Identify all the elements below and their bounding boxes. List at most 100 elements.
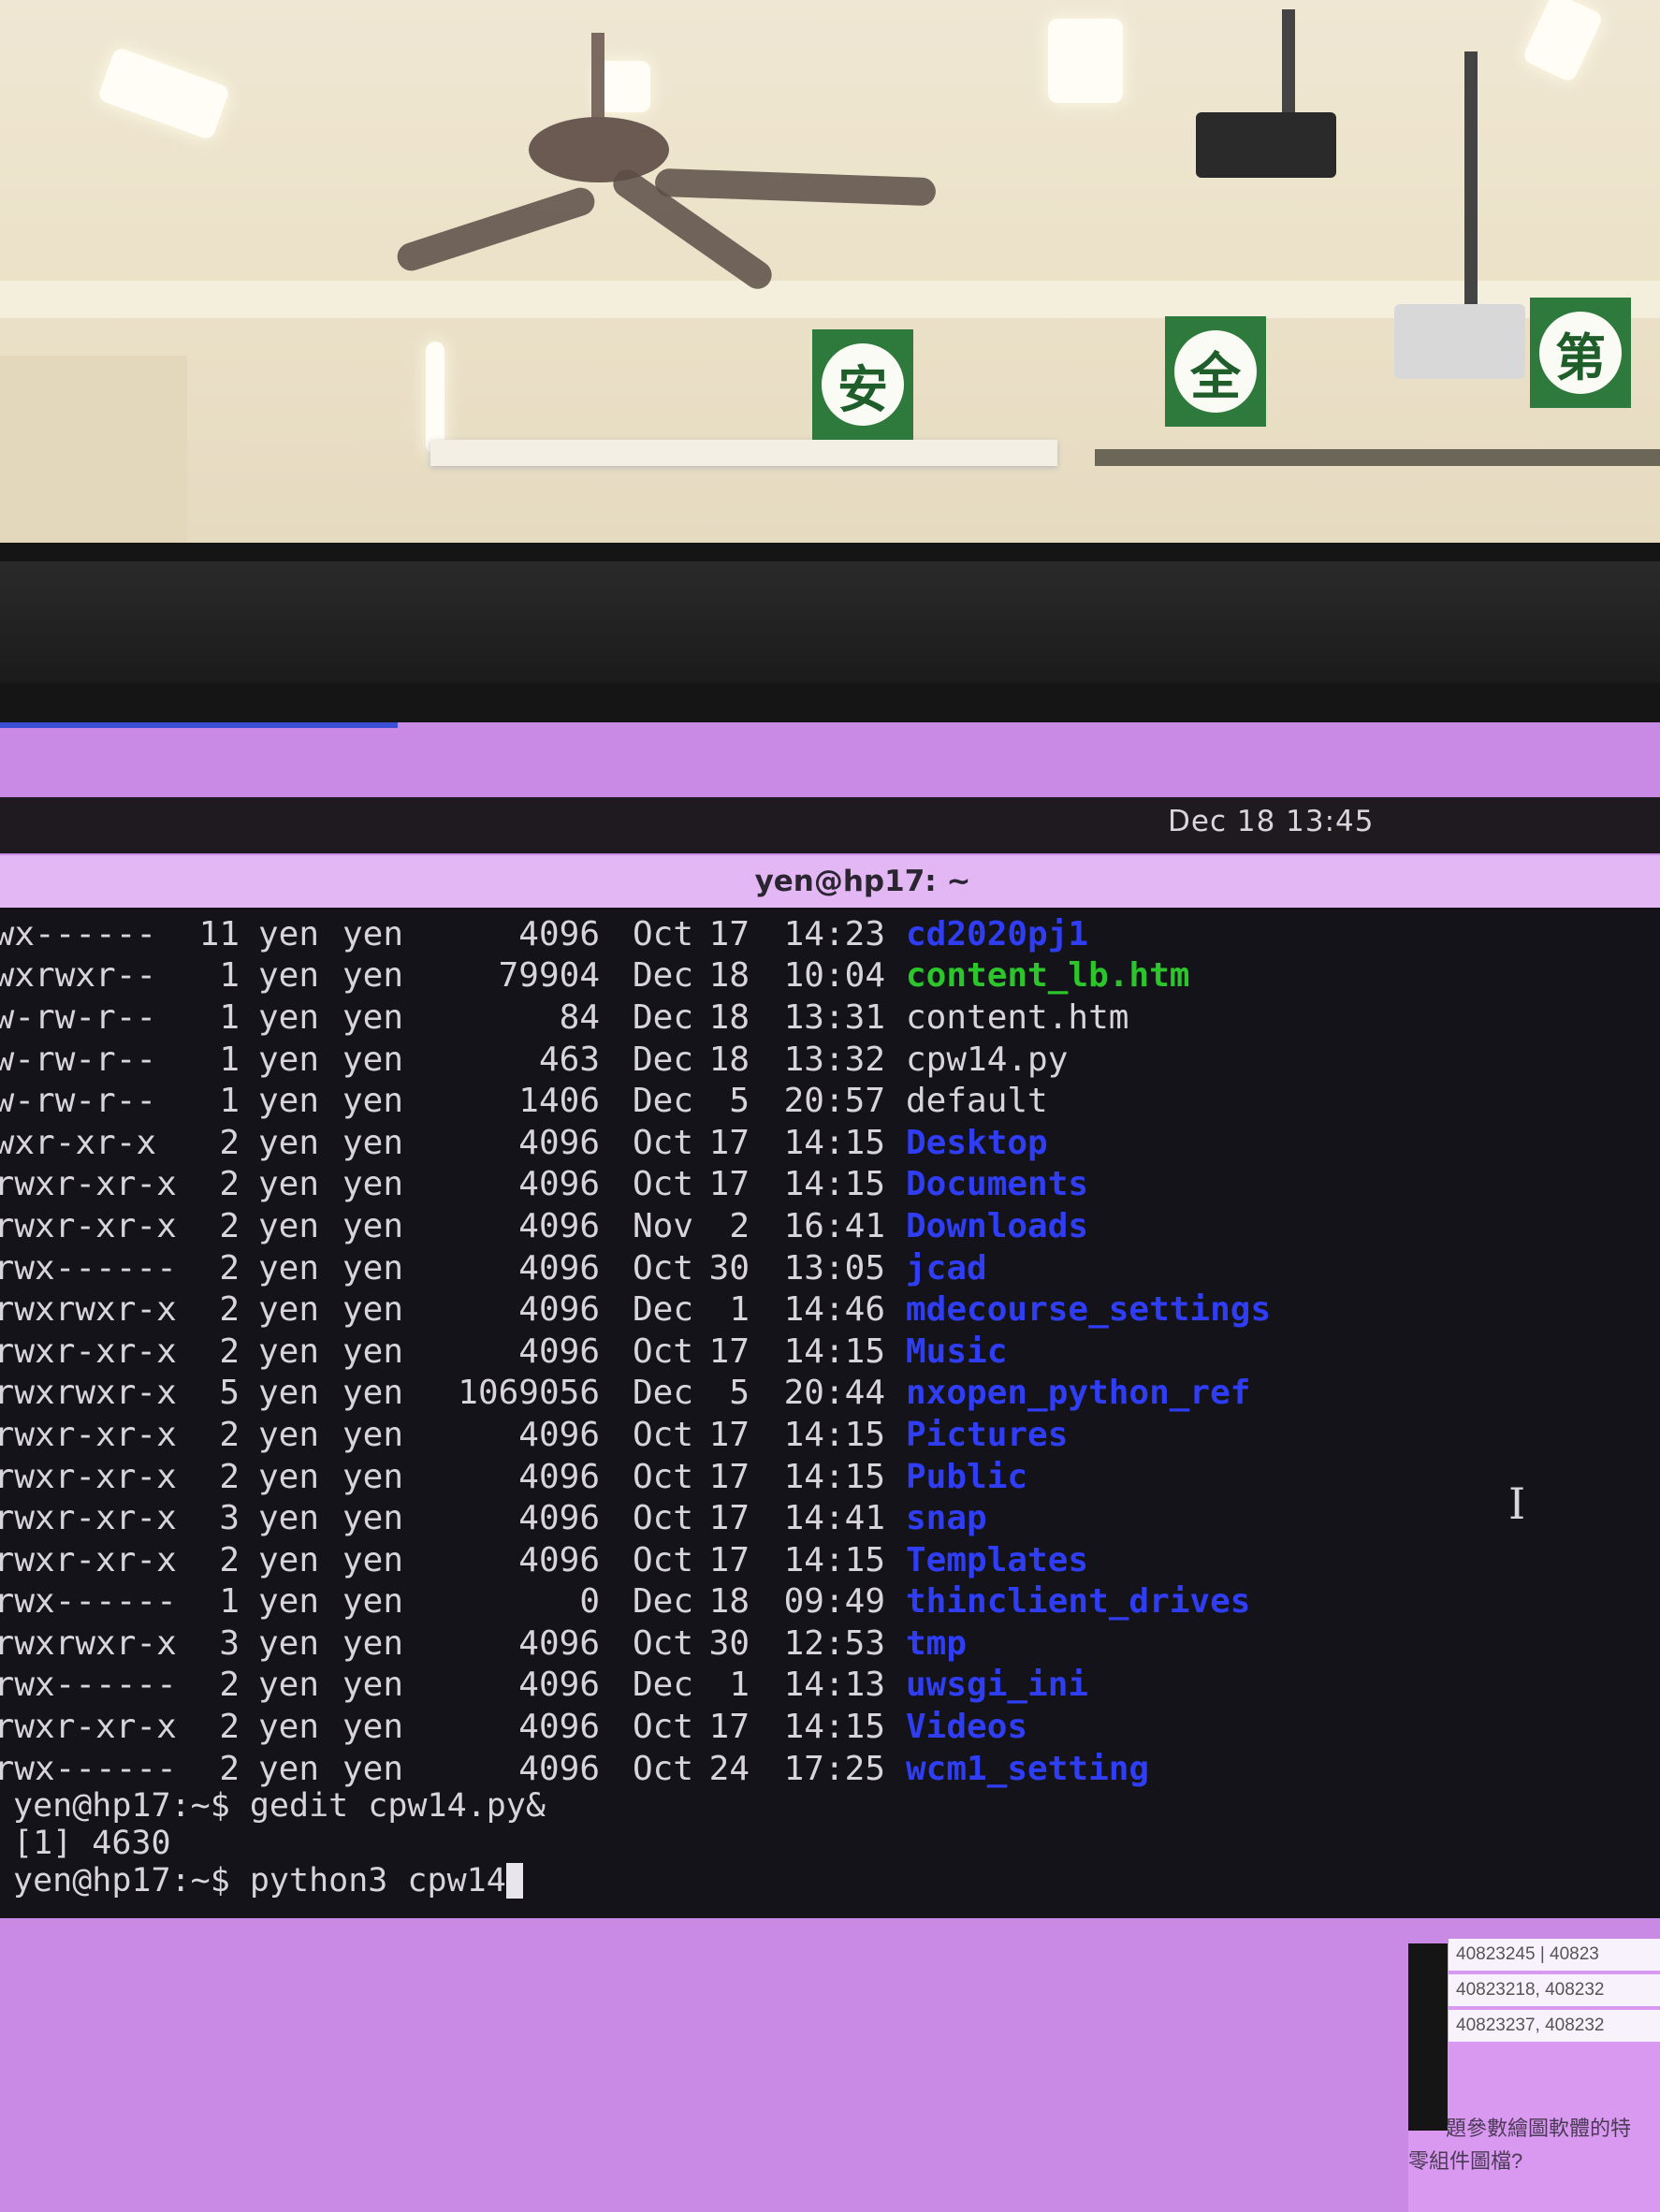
command-prompt-active[interactable]: yen@hp17:~$ python3 cpw14 [13, 1862, 546, 1899]
listing-owner: yen [257, 1332, 319, 1371]
listing-day: 17 [708, 1332, 750, 1371]
listing-owner: yen [257, 1206, 319, 1245]
listing-size: 4096 [518, 1540, 600, 1579]
ceiling-light [1521, 0, 1605, 83]
listing-owner: yen [257, 1165, 319, 1204]
listing-month: Dec [632, 1666, 693, 1705]
terminal-cursor [505, 1863, 523, 1899]
listing-time: 13:31 [783, 997, 885, 1037]
listing-row: Irwx------ 2 yenyen 4096 Oct 30 13:05 jcad [0, 1247, 1271, 1289]
listing-links: 2 [219, 1206, 240, 1245]
listing-perm: rw-rw-r-- [0, 997, 157, 1037]
listing-row: drwx------ 2 yenyen 4096 Dec 1 14:13 uwsgi_ini [0, 1665, 1271, 1707]
listing-name: Documents [906, 1165, 1089, 1204]
listing-links: 3 [219, 1623, 240, 1663]
listing-owner: yen [257, 1708, 319, 1747]
command-line: yen@hp17:~$ gedit cpw14.py& [13, 1787, 546, 1825]
listing-row: drwxr-xr-x 2 yenyen 4096 Oct 17 14:15 Music [0, 1331, 1271, 1373]
listing-time: 20:44 [783, 1374, 885, 1413]
text-cursor-ibeam-icon: I [1508, 1478, 1526, 1529]
listing-time: 14:15 [783, 1123, 885, 1162]
command-input[interactable]: yen@hp17:~$ python3 cpw14 [13, 1862, 506, 1899]
listing-row: rw-rw-r-- 1 yenyen 84 Dec 18 13:31 content.htm [0, 997, 1271, 1039]
listing-perm: irwxr-xr-x [0, 1165, 177, 1204]
listing-perm: drwxr-xr-x [0, 1457, 177, 1496]
listing-group: yen [342, 1540, 403, 1579]
listing-month: Oct [632, 1415, 693, 1454]
clock[interactable]: Dec 18 13:45 [1168, 805, 1374, 838]
listing-owner: yen [257, 1666, 319, 1705]
ceiling-fan [529, 117, 669, 182]
listing-links: 2 [219, 1123, 240, 1162]
listing-day: 1 [729, 1666, 750, 1705]
listing-links: 2 [219, 1248, 240, 1288]
listing-row: irwxr-xr-x 2 yenyen 4096 Oct 17 14:15 Documents [0, 1164, 1271, 1206]
listing-owner: yen [257, 1749, 319, 1788]
listing-group: yen [342, 997, 403, 1037]
listing-owner: yen [257, 1457, 319, 1496]
listing-row: drwxr-xr-x 2 yenyen 4096 Oct 17 14:15 Pictures [0, 1414, 1271, 1456]
listing-group: yen [342, 1332, 403, 1371]
listing-size: 4096 [518, 1499, 600, 1538]
listing-row: drwxrwxr-x 3 yenyen 4096 Oct 30 12:53 tmp [0, 1623, 1271, 1665]
listing-time: 14:41 [783, 1499, 885, 1538]
terminal-titlebar[interactable]: yen@hp17: ~ [0, 855, 1660, 908]
desktop-screen: Dec 18 13:45 yen@hp17: ~ rwx------11yeny… [0, 722, 1660, 2212]
projector-mount [1464, 51, 1478, 313]
listing-owner: yen [257, 997, 319, 1037]
listing-size: 84 [559, 997, 600, 1037]
ceiling-light [96, 46, 231, 141]
listing-row: drwx------ 1 yenyen 0 Dec 18 09:49 thinclient_d… [0, 1581, 1271, 1623]
listing-size: 4096 [518, 1708, 600, 1747]
listing-owner: yen [257, 1540, 319, 1579]
listing-day: 5 [729, 1082, 750, 1121]
listing-owner: yen [257, 956, 319, 996]
listing-size: 4096 [518, 1165, 600, 1204]
top-panel: Dec 18 13:45 [0, 797, 1660, 853]
listing-group: yen [342, 1666, 403, 1705]
listing-perm: drwxr-xr-x [0, 1332, 177, 1371]
listing-name: tmp [906, 1623, 968, 1663]
listing-perm: rwxr-xr-x [0, 1123, 157, 1162]
listing-size: 4096 [518, 1457, 600, 1496]
listing-group: yen [342, 1082, 403, 1121]
listing-month: Oct [632, 1248, 693, 1288]
listing-perm: rwxrwxr-- [0, 956, 157, 996]
listing-row: drwxrwxr-x 5 yenyen 1069056 Dec 5 20:44 nxopen_… [0, 1373, 1271, 1415]
listing-links: 2 [219, 1332, 240, 1371]
listing-name: content_lb.htm [906, 956, 1190, 996]
listing-time: 14:15 [783, 1708, 885, 1747]
listing-time: 14:15 [783, 1165, 885, 1204]
listing-links: 1 [219, 1082, 240, 1121]
background-window-sidebar [1408, 1943, 1448, 2131]
listing-day: 17 [708, 1457, 750, 1496]
listing-size: 463 [538, 1040, 600, 1079]
listing-name: thinclient_drives [906, 1582, 1251, 1622]
terminal-window[interactable]: rwx------11yenyen4096Oct1714:23cd2020pj1… [0, 908, 1660, 1918]
listing-perm: drwx------ [0, 1582, 177, 1622]
listing-row: drwxr-xr-x 2 yenyen 4096 Oct 17 14:15 Videos [0, 1706, 1271, 1748]
listing-links: 2 [219, 1415, 240, 1454]
listing-perm: lrwxr-xr-x [0, 1206, 177, 1245]
listing-name: mdecourse_settings [906, 1290, 1272, 1330]
monitor-bezel-top [0, 561, 1660, 683]
room-sign: 全 [1165, 316, 1266, 427]
listing-size: 4096 [518, 1623, 600, 1663]
listing-day: 18 [708, 1040, 750, 1079]
listing-group: yen [342, 1290, 403, 1330]
listing-month: Dec [632, 1040, 693, 1079]
listing-owner: yen [257, 1582, 319, 1622]
listing-owner: yen [257, 1415, 319, 1454]
listing-time: 14:15 [783, 1332, 885, 1371]
listing-owner: yen [257, 1623, 319, 1663]
table-cell: 40823245 | 40823 [1449, 1939, 1660, 1971]
listing-month: Oct [632, 1457, 693, 1496]
wall-light [426, 342, 444, 454]
listing-name: cpw14.py [906, 1040, 1069, 1079]
listing-size: 4096 [518, 1666, 600, 1705]
background-text: 零組件圖檔? [1408, 2149, 1523, 2173]
listing-size: 0 [579, 1582, 600, 1622]
listing-links: 1 [219, 1582, 240, 1622]
listing-time: 14:15 [783, 1457, 885, 1496]
classroom-background: 安 全 第 [0, 0, 1660, 575]
